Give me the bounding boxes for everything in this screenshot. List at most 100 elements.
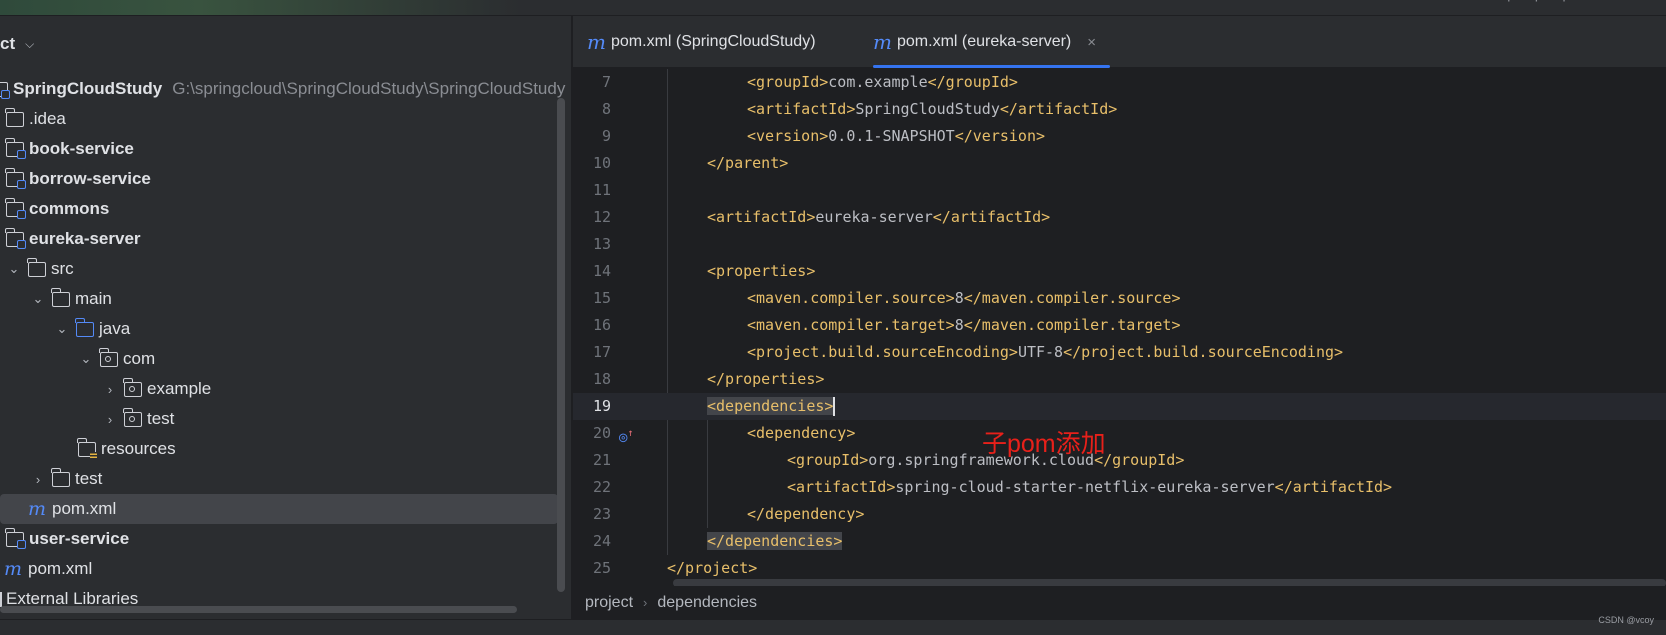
- code-line: 8 <artifactId>SpringCloudStudy</artifactI…: [601, 100, 1118, 118]
- folder-icon: [51, 467, 70, 487]
- vertical-scrollbar[interactable]: [557, 98, 565, 592]
- tree-item-user-service[interactable]: user-service: [0, 524, 571, 554]
- code-line: 17 <project.build.sourceEncoding>UTF-8</p…: [592, 343, 1344, 361]
- package-icon: [99, 347, 118, 367]
- tree-item-label: book-service: [29, 139, 134, 158]
- tab-pom-springcloudstudy[interactable]: m pom.xml (SpringCloudStudy): [587, 16, 816, 68]
- tree-item-path: G:\springcloud\SpringCloudStudy\SpringCl…: [172, 79, 566, 98]
- code-line-current: 19 <dependencies>: [573, 393, 1666, 420]
- code-line: 7 <groupId>com.example</groupId>: [601, 73, 1018, 91]
- code-line: 23 </dependency>: [592, 505, 865, 523]
- watermark: CSDN @vcoy: [1598, 615, 1654, 625]
- tree-item-label: SpringCloudStudy: [13, 79, 163, 98]
- breadcrumb-item-dependencies[interactable]: dependencies: [657, 594, 757, 612]
- chevron-down-icon[interactable]: ⌄: [54, 321, 70, 337]
- module-folder-icon: [5, 227, 26, 249]
- project-panel-header[interactable]: ct ⌵: [0, 32, 34, 56]
- code-line: 22 <artifactId>spring-cloud-starter-netfl…: [592, 478, 1393, 496]
- tree-item-test-package[interactable]: › test: [0, 404, 571, 434]
- module-folder-icon: [5, 167, 26, 189]
- package-icon: [123, 377, 142, 397]
- editor-tabs: m pom.xml (SpringCloudStudy) m pom.xml (…: [573, 16, 1666, 68]
- tree-item-test[interactable]: › test: [0, 464, 571, 494]
- chevron-down-icon[interactable]: ⌄: [6, 261, 22, 277]
- tree-item-com[interactable]: ⌄ com: [0, 344, 571, 374]
- editor: m pom.xml (SpringCloudStudy) m pom.xml (…: [573, 16, 1666, 619]
- tab-label: pom.xml (eureka-server): [897, 33, 1072, 50]
- tree-item-resources[interactable]: resources: [0, 434, 571, 464]
- tree-item-label: pom.xml: [52, 499, 117, 518]
- tree-item-pom-eureka[interactable]: m pom.xml: [0, 494, 558, 524]
- title-bar: · · ·: [0, 0, 1666, 16]
- chevron-down-icon[interactable]: ⌄: [30, 291, 46, 307]
- code-line: 18 </properties>: [592, 370, 825, 388]
- tree-item-borrow-service[interactable]: borrow-service: [0, 164, 571, 194]
- tree-item-book-service[interactable]: book-service: [0, 134, 571, 164]
- maven-icon: m: [873, 30, 892, 54]
- code-line: 11: [592, 181, 611, 199]
- folder-icon: [51, 287, 70, 307]
- maven-icon: m: [4, 558, 23, 580]
- tree-item-pom-root[interactable]: m pom.xml: [0, 554, 571, 584]
- maven-icon: m: [587, 30, 606, 54]
- code-line: 20 ◎↑ <dependency>: [573, 420, 1666, 447]
- tree-item-label: java: [99, 319, 131, 338]
- tree-item-main[interactable]: ⌄ main: [0, 284, 571, 314]
- module-folder-icon: [5, 197, 26, 219]
- tree-item-commons[interactable]: commons: [0, 194, 571, 224]
- window-controls-icon[interactable]: · · ·: [1507, 0, 1576, 8]
- resources-folder-icon: [77, 437, 97, 458]
- code-line: 24 </dependencies>: [592, 532, 843, 550]
- tree-item-label: borrow-service: [29, 169, 151, 188]
- tree-item-src[interactable]: ⌄ src: [0, 254, 571, 284]
- chevron-right-icon[interactable]: ›: [102, 412, 118, 427]
- tab-pom-eureka-server[interactable]: m pom.xml (eureka-server) ×: [873, 16, 1111, 68]
- chevron-right-icon[interactable]: ›: [30, 472, 46, 487]
- tree-item-springcloudstudy[interactable]: SpringCloudStudy G:\springcloud\SpringCl…: [0, 74, 571, 104]
- tree-item-label: test: [75, 469, 103, 488]
- tree-item-label: src: [51, 259, 74, 278]
- package-icon: [123, 407, 142, 427]
- tree-item-java[interactable]: ⌄ java: [0, 314, 571, 344]
- tree-item-eureka-server[interactable]: eureka-server: [0, 224, 571, 254]
- tree-item-example[interactable]: › example: [0, 374, 571, 404]
- module-folder-icon: [5, 527, 26, 549]
- chevron-down-icon[interactable]: ⌵: [25, 37, 34, 52]
- annotation-text: 子pom添加: [982, 430, 1106, 458]
- module-folder-icon: [5, 137, 26, 159]
- tree-item-label: commons: [29, 199, 110, 218]
- breadcrumb-item-project[interactable]: project: [585, 594, 633, 612]
- code-line: 21 <groupId>org.springframework.cloud</gr…: [592, 451, 1185, 469]
- code-line: 13: [592, 235, 611, 253]
- library-icon: [0, 591, 6, 607]
- code-line: 9 <version>0.0.1-SNAPSHOT</version>: [601, 127, 1046, 145]
- tree-item-label: example: [147, 379, 212, 398]
- tree-item-label: main: [75, 289, 112, 308]
- tree-item-label: com: [123, 349, 156, 368]
- code-line: 14 <properties>: [592, 262, 816, 280]
- tab-label: pom.xml (SpringCloudStudy): [611, 33, 816, 50]
- chevron-down-icon[interactable]: ⌄: [78, 351, 94, 367]
- code-line: 16 <maven.compiler.target>8</maven.compil…: [592, 316, 1181, 334]
- code-area[interactable]: 7 <groupId>com.example</groupId> 8 <artifa…: [573, 69, 1666, 579]
- breadcrumb: project › dependencies: [573, 586, 1666, 619]
- text-caret: [833, 397, 836, 416]
- tree-item-label: resources: [101, 439, 176, 458]
- code-line: 15 <maven.compiler.source>8</maven.compil…: [592, 289, 1181, 307]
- chevron-right-icon[interactable]: ›: [102, 382, 118, 397]
- horizontal-scrollbar[interactable]: [0, 606, 517, 613]
- close-icon[interactable]: ×: [1087, 34, 1096, 51]
- project-panel: ct ⌵ SpringCloudStudy G:\springcloud\Spr…: [0, 16, 572, 619]
- folder-icon: [5, 107, 24, 127]
- code-line: 25 </project>: [592, 559, 758, 577]
- folder-icon: [27, 257, 46, 277]
- maven-icon: m: [28, 498, 47, 520]
- breadcrumb-separator: ›: [643, 595, 648, 610]
- project-tree: SpringCloudStudy G:\springcloud\SpringCl…: [0, 74, 571, 614]
- tree-item-idea[interactable]: .idea: [0, 104, 571, 134]
- tree-item-label: eureka-server: [29, 229, 141, 248]
- tree-item-label: pom.xml: [28, 559, 93, 578]
- module-folder-icon: [0, 81, 10, 99]
- tree-item-label: .idea: [29, 109, 66, 128]
- tree-item-label: user-service: [29, 529, 130, 548]
